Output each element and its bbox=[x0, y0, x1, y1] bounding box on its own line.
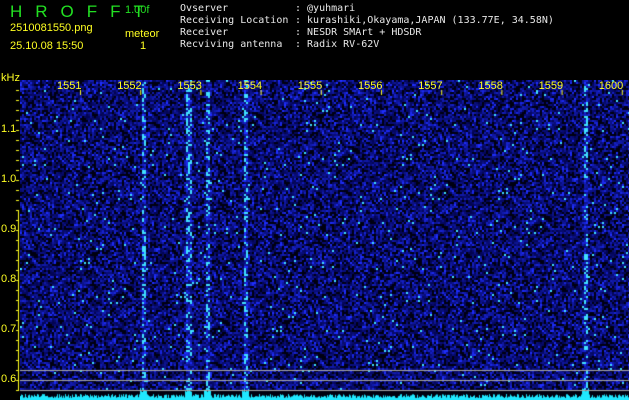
y-tick-label: 0.6 bbox=[1, 373, 17, 385]
x-tick-label: 1551 bbox=[57, 80, 82, 92]
info-value: : @yuhmari bbox=[295, 3, 356, 14]
x-tick-label: 1557 bbox=[418, 80, 443, 92]
y-tick-label: 1.1 bbox=[1, 123, 17, 135]
y-tick-label: 0.8 bbox=[1, 273, 17, 285]
y-tick-label: 1.0 bbox=[1, 173, 17, 185]
meteor-count: 1 bbox=[140, 40, 147, 52]
y-tick-label: 0.9 bbox=[1, 223, 17, 235]
info-label: Receiving Location bbox=[180, 15, 289, 26]
filename: 2510081550.png bbox=[10, 22, 93, 34]
datetime: 25.10.08 15:50 bbox=[10, 40, 84, 52]
axis-ticks bbox=[0, 80, 629, 400]
mode-label: meteor bbox=[125, 28, 160, 40]
x-tick-label: 1556 bbox=[358, 80, 383, 92]
x-tick-label: 1553 bbox=[177, 80, 202, 92]
info-value: : Radix RV-62V bbox=[295, 39, 380, 50]
info-label: Receiver bbox=[180, 27, 229, 38]
version-label: 1.00f bbox=[125, 4, 150, 16]
info-value: : kurashiki,Okayama,JAPAN (133.77E, 34.5… bbox=[295, 15, 554, 26]
x-tick-label: 1600 bbox=[598, 80, 624, 92]
x-tick-label: 1554 bbox=[237, 80, 263, 92]
y-axis-unit: kHz bbox=[1, 72, 20, 84]
info-label: Ovserver bbox=[180, 3, 229, 14]
x-tick-label: 1552 bbox=[117, 80, 142, 92]
x-tick-label: 1558 bbox=[478, 80, 503, 92]
info-value: : NESDR SMArt + HDSDR bbox=[295, 27, 422, 38]
x-tick-label: 1555 bbox=[297, 80, 323, 92]
y-tick-label: 0.7 bbox=[1, 323, 17, 335]
x-tick-label: 1559 bbox=[538, 80, 564, 92]
info-label: Recviving antenna bbox=[180, 39, 283, 50]
